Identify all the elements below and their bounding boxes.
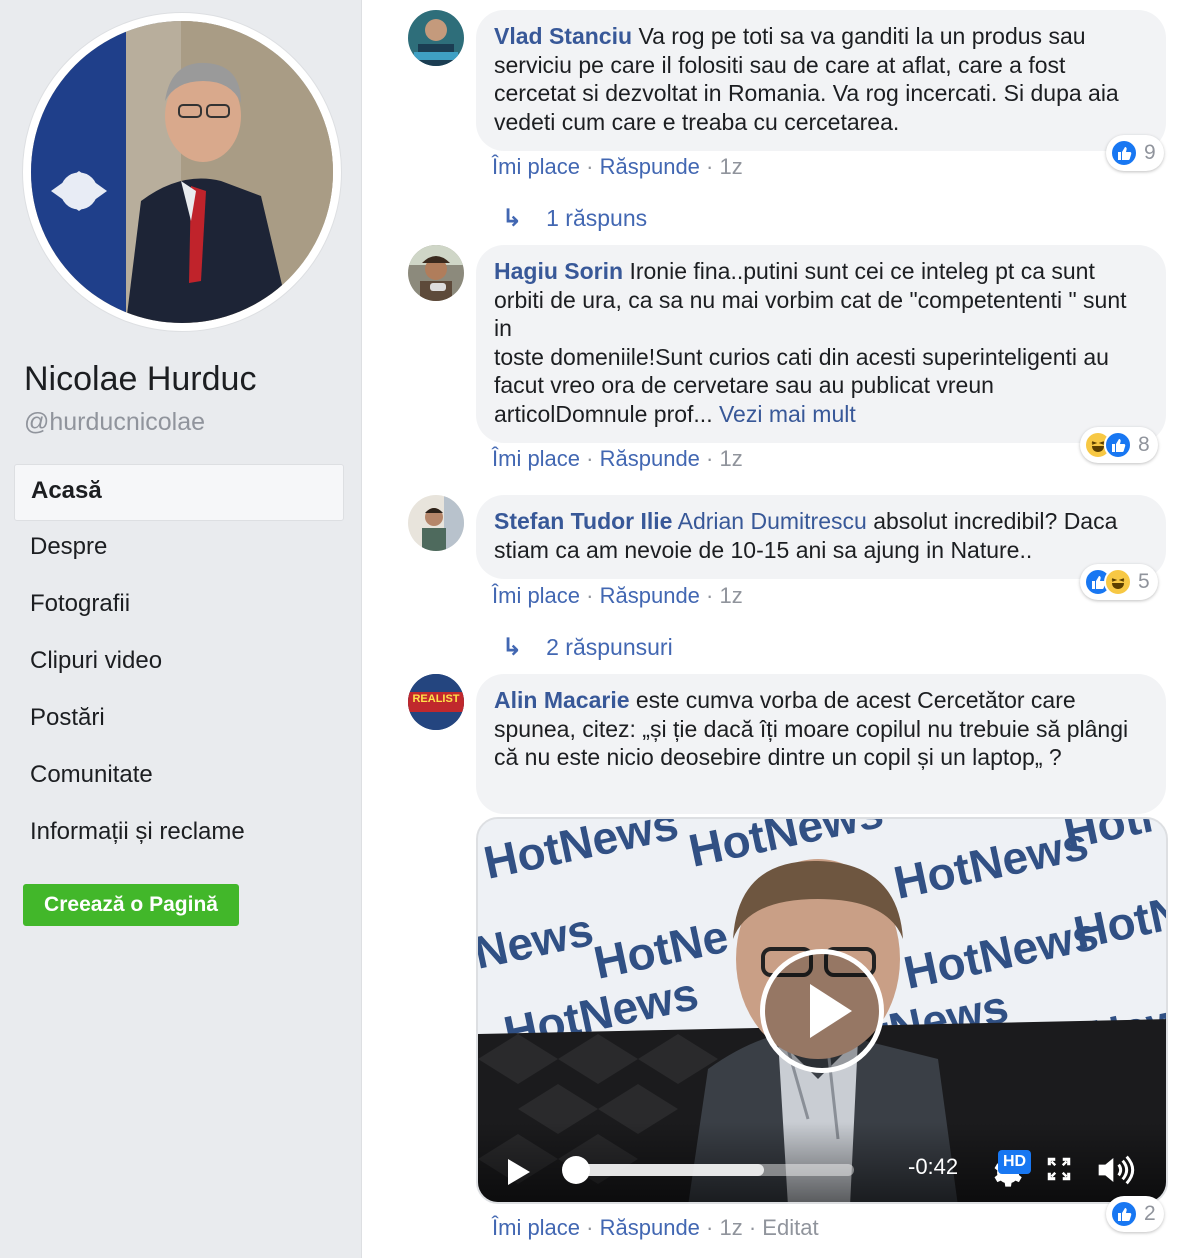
page-nav: Acasă Despre Fotografii Clipuri video Po… [14,464,344,863]
separator: · [699,154,720,179]
settings-button[interactable]: HD [990,1150,1040,1190]
page-sidebar: Nicolae Hurduc @hurducnicolae Acasă Desp… [0,0,362,1258]
separator: · [580,154,600,179]
like-button[interactable]: Îmi place [492,446,580,471]
mention-link[interactable]: Adrian Dumitrescu [678,508,867,534]
reaction-count: 2 [1144,1202,1156,1225]
avatar-image [408,245,464,301]
profile-picture[interactable] [22,12,342,332]
create-page-button[interactable]: Creează o Pagină [23,884,239,926]
comment-author[interactable]: Stefan Tudor Ilie [494,508,672,534]
reply-button[interactable]: Răspunde [600,446,700,471]
profile-photo-art [31,21,333,323]
play-video-icon[interactable] [760,949,884,1073]
reply-button[interactable]: Răspunde [600,1215,700,1240]
like-button[interactable]: Îmi place [492,154,580,179]
like-button[interactable]: Îmi place [492,1215,580,1240]
reactions-badge[interactable]: 8 [1080,427,1158,463]
view-replies-link[interactable]: ↳ 2 răspunsuri [502,633,673,662]
nav-item-photos[interactable]: Fotografii [14,578,344,635]
reaction-count: 8 [1138,433,1150,456]
nav-item-posts[interactable]: Postări [14,692,344,749]
profile-photo [31,21,333,323]
comment-author[interactable]: Hagiu Sorin [494,258,623,284]
avatar[interactable] [408,245,464,301]
comment-time[interactable]: 1z [719,154,742,179]
nav-item-videos[interactable]: Clipuri video [14,635,344,692]
like-icon [1110,139,1138,167]
like-button[interactable]: Îmi place [492,583,580,608]
video-progress-fill [574,1164,765,1176]
comment-actions: Îmi place · Răspunde · 1z [492,446,743,472]
avatar-logo-text: REALIST [412,693,460,705]
video-progress-bar[interactable] [574,1164,854,1176]
replies-count: 2 răspunsuri [546,634,673,660]
comment-time[interactable]: 1z [719,583,742,608]
comment-time[interactable]: 1z [719,1215,742,1240]
video-controls: -0:42 HD [478,1122,1166,1202]
see-more-link[interactable]: Vezi mai mult [719,401,856,427]
video-scrubber-handle[interactable] [562,1156,590,1184]
reply-button[interactable]: Răspunde [600,154,700,179]
video-player[interactable]: HotNews HotNews HotNews HotN News HotNe … [476,817,1168,1204]
comment-author[interactable]: Alin Macarie [494,687,630,713]
nav-item-home[interactable]: Acasă [14,464,344,521]
nav-item-about[interactable]: Despre [14,521,344,578]
comment-author[interactable]: Vlad Stanciu [494,23,632,49]
comment-bubble: Hagiu Sorin Ironie fina..putini sunt cei… [476,245,1166,443]
avatar-image [408,10,464,66]
like-icon [1104,431,1132,459]
play-icon[interactable] [508,1159,530,1185]
comment-bubble: Stefan Tudor Ilie Adrian Dumitrescu abso… [476,495,1166,579]
separator: · [580,1215,600,1240]
separator: · [580,446,600,471]
view-replies-link[interactable]: ↳ 1 răspuns [502,204,647,233]
comment-bubble: Alin Macarie este cumva vorba de acest C… [476,674,1166,814]
comment-time[interactable]: 1z [719,446,742,471]
separator: · [742,1215,763,1240]
edited-label[interactable]: Editat [762,1215,818,1240]
separator: · [699,446,720,471]
haha-icon [1104,568,1132,596]
reply-arrow-icon: ↳ [502,205,523,232]
reactions-badge[interactable]: 5 [1080,564,1158,600]
separator: · [699,1215,720,1240]
replies-count: 1 răspuns [546,205,648,231]
video-time-remaining: -0:42 [908,1154,959,1179]
reply-arrow-icon: ↳ [502,634,523,661]
reaction-count: 9 [1144,141,1156,164]
reply-button[interactable]: Răspunde [600,583,700,608]
page-handle[interactable]: @hurducnicolae [24,408,205,437]
avatar[interactable]: REALIST [408,674,464,730]
avatar-image [408,495,464,551]
nav-item-community[interactable]: Comunitate [14,749,344,806]
hd-badge: HD [998,1150,1032,1174]
separator: · [699,583,720,608]
comment-actions: Îmi place · Răspunde · 1z · Editat [492,1215,819,1241]
avatar[interactable] [408,10,464,66]
page-name[interactable]: Nicolae Hurduc [24,360,256,399]
comment-bubble: Vlad Stanciu Va rog pe toti sa va gandit… [476,10,1166,151]
comment-actions: Îmi place · Răspunde · 1z [492,583,743,609]
reactions-badge[interactable]: 2 [1106,1196,1164,1232]
reaction-count: 5 [1138,570,1150,593]
separator: · [580,583,600,608]
like-icon [1110,1200,1138,1228]
comments-section: Vlad Stanciu Va rog pe toti sa va gandit… [386,0,1200,1258]
avatar[interactable] [408,495,464,551]
fullscreen-icon[interactable] [1044,1154,1074,1189]
reactions-badge[interactable]: 9 [1106,135,1164,171]
volume-icon[interactable] [1096,1154,1136,1191]
comment-actions: Îmi place · Răspunde · 1z [492,154,743,180]
nav-item-info-ads[interactable]: Informații și reclame [14,806,344,863]
